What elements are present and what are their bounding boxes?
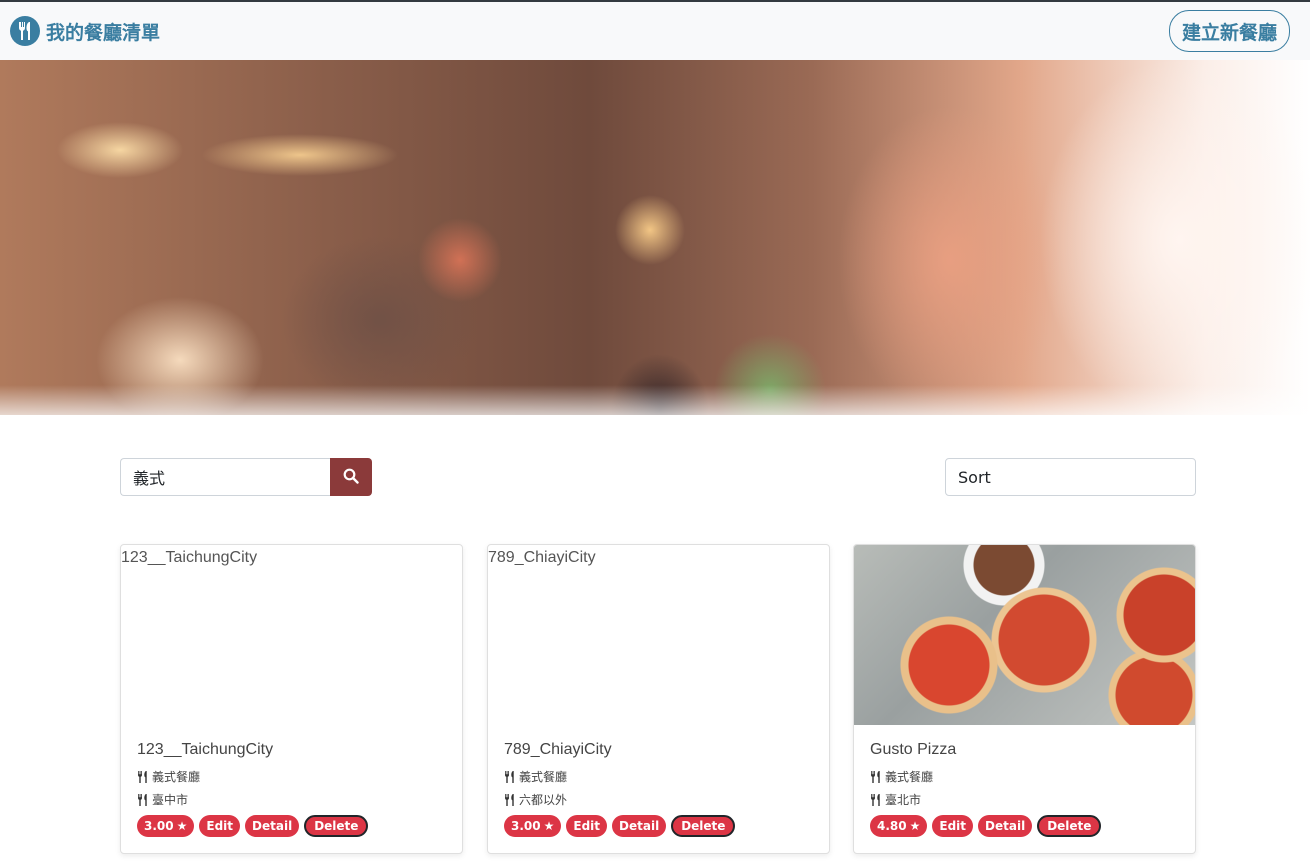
restaurant-image: 789_ChiayiCity (488, 545, 829, 725)
utensils-icon (871, 770, 880, 783)
restaurant-name: 789_ChiayiCity (504, 741, 612, 758)
brand-label: 我的餐廳清單 (46, 21, 161, 44)
navbar: 我的餐廳清單 建立新餐廳 (0, 2, 1310, 60)
utensils-icon (138, 793, 147, 806)
edit-button[interactable]: Edit (199, 815, 241, 837)
restaurant-location: 臺北市 (870, 788, 1179, 811)
star-icon: ★ (543, 819, 555, 833)
hero-banner-image (0, 60, 1310, 415)
star-icon: ★ (909, 819, 921, 833)
restaurant-category: 義式餐廳 (870, 765, 1179, 788)
delete-button[interactable]: Delete (671, 815, 736, 837)
restaurant-location: 臺中市 (137, 788, 446, 811)
search-bar (120, 458, 372, 496)
detail-button[interactable]: Detail (245, 815, 300, 837)
detail-button[interactable]: Detail (612, 815, 667, 837)
rating-badge: 3.00 ★ (137, 815, 195, 837)
star-icon: ★ (176, 819, 188, 833)
image-alt-text: 789_ChiayiCity (488, 549, 596, 566)
restaurant-category: 義式餐廳 (504, 765, 813, 788)
utensils-icon (138, 770, 147, 783)
brand-link[interactable]: 我的餐廳清單 (10, 16, 160, 46)
sort-select[interactable]: Sort (945, 458, 1196, 496)
restaurant-card: 789_ChiayiCity 789_ChiayiCity 義式餐廳 六都以外 … (487, 544, 830, 854)
restaurant-card: 123__TaichungCity 123__TaichungCity 義式餐廳… (120, 544, 463, 854)
utensils-icon (505, 770, 514, 783)
delete-button[interactable]: Delete (304, 815, 369, 837)
restaurant-category: 義式餐廳 (137, 765, 446, 788)
restaurant-name: Gusto Pizza (870, 741, 957, 758)
utensils-icon (505, 793, 514, 806)
restaurant-name: 123__TaichungCity (137, 741, 274, 758)
search-icon (343, 468, 359, 487)
edit-button[interactable]: Edit (932, 815, 974, 837)
utensils-icon (10, 16, 40, 46)
image-alt-text: 123__TaichungCity (121, 549, 258, 566)
edit-button[interactable]: Edit (566, 815, 608, 837)
restaurant-card: Gusto Pizza 義式餐廳 臺北市 4.80 ★ Edit Detail D… (853, 544, 1196, 854)
search-input[interactable] (120, 458, 330, 496)
rating-badge: 3.00 ★ (504, 815, 562, 837)
detail-button[interactable]: Detail (978, 815, 1033, 837)
search-button[interactable] (330, 458, 372, 496)
restaurant-image: 123__TaichungCity (121, 545, 462, 725)
delete-button[interactable]: Delete (1037, 815, 1102, 837)
restaurant-location: 六都以外 (504, 788, 813, 811)
utensils-icon (871, 793, 880, 806)
create-restaurant-button[interactable]: 建立新餐廳 (1168, 10, 1290, 52)
rating-badge: 4.80 ★ (870, 815, 928, 837)
restaurant-image (854, 545, 1195, 725)
